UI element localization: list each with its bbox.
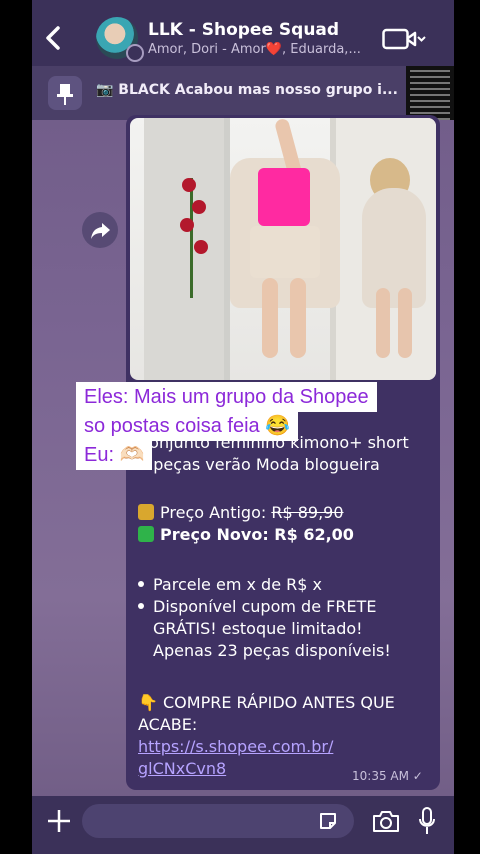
pin-icon[interactable]: [48, 76, 82, 110]
chat-title[interactable]: LLK - Shopee Squad: [148, 20, 339, 40]
list-item: Apenas 23 peças disponíveis!: [153, 641, 391, 660]
pinned-message-bar[interactable]: 📷 BLACK Acabou mas nosso grupo i...: [32, 66, 454, 120]
forward-icon: [91, 223, 110, 239]
price-block: Preço Antigo: R$ 89,90 Preço Novo: R$ 62…: [138, 502, 434, 546]
message-timestamp: 10:35 AM ✓: [352, 769, 423, 783]
description-line: 2 peças verão Moda blogueira: [138, 455, 380, 474]
list-item: GRÁTIS! estoque limitado!: [153, 619, 363, 638]
plus-icon[interactable]: [44, 806, 74, 836]
video-call-icon[interactable]: [382, 26, 426, 52]
forward-button[interactable]: [82, 212, 118, 248]
mic-icon[interactable]: [418, 806, 436, 836]
cta-block: 👇 COMPRE RÁPIDO ANTES QUE ACABE: https:/…: [138, 692, 434, 780]
new-price: Preço Novo: R$ 62,00: [160, 525, 354, 544]
old-price-label: Preço Antigo:: [160, 503, 272, 522]
product-photo[interactable]: [130, 118, 436, 380]
community-badge-icon: [126, 44, 144, 62]
overlay-caption-line: Eles: Mais um grupo da Shopee: [76, 382, 377, 412]
money-bag-icon: [138, 504, 154, 520]
check-mark-icon: [138, 526, 154, 542]
camera-icon[interactable]: [372, 809, 400, 833]
chat-screen: LLK - Shopee Squad Amor, Dori - Amor❤️, …: [32, 0, 454, 854]
details-list: Parcele em x de R$ x Disponível cupom de…: [138, 574, 434, 662]
overlay-caption-line: Eu: 🫶🏻: [76, 440, 153, 470]
cta-text: ACABE:: [138, 715, 198, 734]
list-item: Parcele em x de R$ x: [138, 574, 434, 596]
message-composer: [32, 796, 454, 854]
shopee-link[interactable]: https://s.shopee.com.br/: [138, 736, 434, 758]
sticker-icon[interactable]: [318, 811, 338, 831]
pinned-thumbnail[interactable]: [406, 66, 454, 120]
chat-members[interactable]: Amor, Dori - Amor❤️, Eduarda,...: [148, 42, 361, 57]
overlay-caption-line: so postas coisa feia 😂: [76, 411, 299, 441]
message-input[interactable]: [82, 804, 354, 838]
cta-text: 👇 COMPRE RÁPIDO ANTES QUE: [138, 693, 395, 712]
back-arrow-icon[interactable]: [40, 22, 66, 54]
old-price: R$ 89,90: [271, 503, 344, 522]
list-item: Disponível cupom de FRETE: [138, 596, 434, 618]
pinned-message-text[interactable]: 📷 BLACK Acabou mas nosso grupo i...: [96, 82, 398, 98]
